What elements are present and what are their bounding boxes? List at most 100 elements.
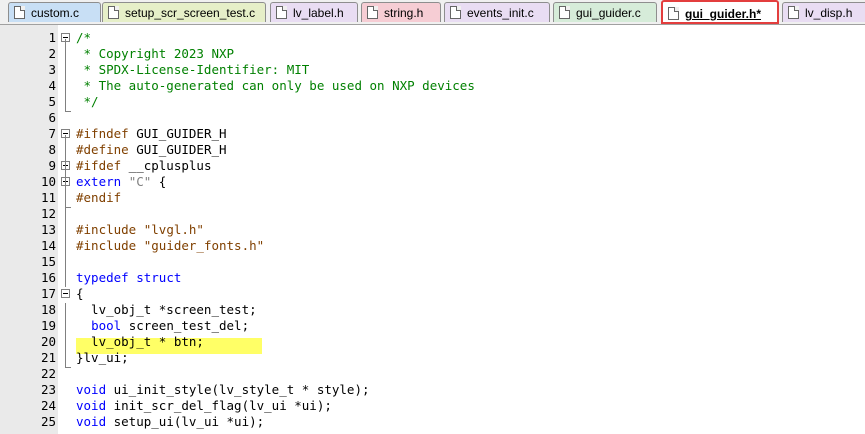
- tab-string-h[interactable]: string.h: [361, 2, 441, 22]
- code-line[interactable]: 20 lv_obj_t * btn;: [0, 334, 865, 350]
- tab-lv-label-h[interactable]: lv_label.h: [270, 2, 358, 22]
- code-token: /*: [76, 30, 92, 45]
- code-text: #ifdef __cplusplus: [76, 158, 211, 174]
- code-line[interactable]: 24 void init_scr_del_flag(lv_ui *ui);: [0, 398, 865, 414]
- code-line[interactable]: 19 bool screen_test_del;: [0, 318, 865, 334]
- tab-bar: custom.c setup_scr_screen_test.c lv_label.…: [0, 0, 865, 24]
- tab-setup-scr-screen-test-c[interactable]: setup_scr_screen_test.c: [102, 2, 266, 22]
- code-text: #include "lvgl.h": [76, 222, 204, 238]
- line-number: 8: [48, 142, 56, 157]
- line-number: 3: [48, 62, 56, 77]
- code-token: bool: [91, 318, 122, 333]
- code-token: #endif: [76, 190, 122, 205]
- line-number: 1: [48, 30, 56, 45]
- code-line[interactable]: 13 #include "lvgl.h": [0, 222, 865, 238]
- fold-end: [65, 207, 71, 208]
- code-editor[interactable]: 1/* 2 * Copyright 2023 NXP 3 * SPDX-Licens…: [0, 24, 865, 434]
- code-token: "lvgl.h": [143, 222, 204, 237]
- code-text: #endif: [76, 190, 121, 206]
- code-token: lv_obj_t *screen_test;: [76, 302, 257, 317]
- code-line[interactable]: 1 /*: [0, 30, 865, 46]
- line-number: 15: [40, 254, 56, 269]
- fold-line: [65, 303, 66, 367]
- tab-custom-c[interactable]: custom.c: [8, 2, 101, 22]
- code-line[interactable]: 5 */: [0, 94, 865, 110]
- code-token: void: [76, 382, 107, 397]
- code-token: #ifdef: [76, 158, 122, 173]
- code-text: void setup_ui(lv_ui *ui);: [76, 414, 264, 430]
- fold-toggle-icon[interactable]: [61, 289, 70, 298]
- code-token: * Copyright 2023 NXP: [76, 46, 235, 61]
- code-token: struct: [136, 270, 182, 285]
- code-line[interactable]: 18 lv_obj_t *screen_test;: [0, 302, 865, 318]
- code-text: #include "guider_fonts.h": [76, 238, 264, 254]
- code-token: GUI_GUIDER_H: [128, 126, 227, 141]
- line-number: 21: [40, 350, 56, 365]
- code-line[interactable]: 7 #ifndef GUI_GUIDER_H: [0, 126, 865, 142]
- code-line[interactable]: 3 * SPDX-License-Identifier: MIT: [0, 62, 865, 78]
- code-token: * The auto-generated can only be used on…: [76, 78, 475, 93]
- code-line[interactable]: 6: [0, 110, 865, 126]
- code-text: #define GUI_GUIDER_H: [76, 142, 227, 158]
- code-token: void: [76, 398, 107, 413]
- tab-events-init-c[interactable]: events_init.c: [444, 2, 550, 22]
- fold-line: [65, 135, 66, 287]
- line-number: 24: [40, 398, 56, 413]
- tab-label: gui_guider.h*: [685, 7, 762, 21]
- code-line[interactable]: 14 #include "guider_fonts.h": [0, 238, 865, 254]
- line-number: 2: [48, 46, 56, 61]
- code-token: "guider_fonts.h": [143, 238, 265, 253]
- code-line[interactable]: 4 * The auto-generated can only be used …: [0, 78, 865, 94]
- code-text: extern "C" {: [76, 174, 166, 190]
- code-line[interactable]: 8 #define GUI_GUIDER_H: [0, 142, 865, 158]
- code-token: {: [151, 174, 167, 189]
- code-token: extern: [76, 174, 122, 189]
- code-line[interactable]: 21 }lv_ui;: [0, 350, 865, 366]
- line-number: 11: [40, 190, 56, 205]
- code-text: /*: [76, 30, 91, 46]
- code-token: GUI_GUIDER_H: [128, 142, 227, 157]
- code-token: setup_ui(lv_ui *ui);: [106, 414, 265, 429]
- tab-gui-guider-h-active[interactable]: gui_guider.h*: [661, 0, 779, 24]
- line-number: 20: [40, 334, 56, 349]
- code-line[interactable]: 12: [0, 206, 865, 222]
- line-number: 9: [48, 158, 56, 173]
- code-token: }lv_ui;: [76, 350, 129, 365]
- line-number: 19: [40, 318, 56, 333]
- code-line[interactable]: 22: [0, 366, 865, 382]
- code-token: __cplusplus: [121, 158, 212, 173]
- code-line[interactable]: 15: [0, 254, 865, 270]
- code-line[interactable]: 9 #ifdef __cplusplus: [0, 158, 865, 174]
- fold-line: [65, 39, 66, 111]
- tab-gui-guider-c[interactable]: gui_guider.c: [553, 2, 657, 22]
- code-text: typedef struct: [76, 270, 181, 286]
- file-icon: [276, 6, 287, 19]
- line-number: 13: [40, 222, 56, 237]
- code-line[interactable]: 16 typedef struct: [0, 270, 865, 286]
- file-icon: [450, 6, 461, 19]
- tab-lv-disp-h[interactable]: lv_disp.h: [782, 2, 865, 22]
- code-line[interactable]: 10 extern "C" {: [0, 174, 865, 190]
- code-token: {: [76, 286, 84, 301]
- code-line[interactable]: 25 void setup_ui(lv_ui *ui);: [0, 414, 865, 430]
- code-text: * Copyright 2023 NXP: [76, 46, 235, 62]
- code-token: * SPDX-License-Identifier: MIT: [76, 62, 310, 77]
- tab-label: string.h: [384, 6, 424, 20]
- line-number: 7: [48, 126, 56, 141]
- code-token: void: [76, 414, 107, 429]
- code-line[interactable]: 11 #endif: [0, 190, 865, 206]
- file-icon: [108, 6, 119, 19]
- code-token: typedef: [76, 270, 129, 285]
- code-line[interactable]: 2 * Copyright 2023 NXP: [0, 46, 865, 62]
- code-line[interactable]: 23 void ui_init_style(lv_style_t * style)…: [0, 382, 865, 398]
- line-number: 6: [48, 110, 56, 125]
- code-line[interactable]: 17 {: [0, 286, 865, 302]
- code-token: init_scr_del_flag(lv_ui *ui);: [106, 398, 332, 413]
- line-number: 22: [40, 366, 56, 381]
- line-number: 12: [40, 206, 56, 221]
- code-token: lv_obj_t * btn;: [76, 334, 204, 349]
- code-token: ui_init_style(lv_style_t * style);: [106, 382, 370, 397]
